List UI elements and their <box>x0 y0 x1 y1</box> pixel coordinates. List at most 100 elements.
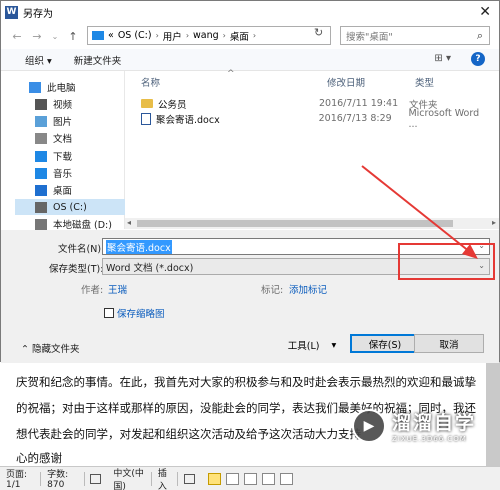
navigation-bar: ← → ⌄ ↑ « OS (C:) › 用户 › wang › 桌面 › ↻ 搜… <box>1 25 499 47</box>
video-icon <box>35 98 47 110</box>
search-icon[interactable]: ⌕ <box>477 29 483 43</box>
status-language[interactable]: 中文(中国) <box>107 467 151 490</box>
tags-field[interactable]: 添加标记 <box>289 282 327 296</box>
draft-button[interactable] <box>280 472 293 485</box>
sidebar-item-videos[interactable]: 视频 <box>35 96 72 112</box>
address-bar[interactable]: « OS (C:) › 用户 › wang › 桌面 › <box>87 26 331 45</box>
address-segment-desktop[interactable]: 桌面 <box>230 29 249 43</box>
up-arrow-icon[interactable]: ↑ <box>65 30 81 43</box>
command-toolbar: 组织 ▾ 新建文件夹 ⊞ ▾ ? <box>1 49 499 71</box>
column-header-type[interactable]: 类型 <box>415 75 434 89</box>
sidebar-item-label: 文档 <box>53 134 73 145</box>
file-name: 公务员 <box>158 99 187 111</box>
file-name: 聚会寄语.docx <box>156 114 220 126</box>
pictures-icon <box>35 115 47 127</box>
watermark-logo-icon: ▶ <box>352 408 386 443</box>
back-arrow-icon[interactable]: ← <box>9 30 25 43</box>
document-line: 心的感谢 <box>16 451 62 465</box>
sidebar-item-this-pc[interactable]: 此电脑 <box>29 79 76 95</box>
search-placeholder: 搜索"桌面" <box>346 31 393 43</box>
address-segment-os[interactable]: OS (C:) <box>118 30 152 41</box>
chevron-up-icon: ⌃ <box>21 344 32 355</box>
outline-button[interactable] <box>262 472 275 485</box>
music-icon <box>35 167 47 179</box>
file-date: 2016/7/11 19:41 <box>319 98 399 109</box>
sidebar-item-desktop[interactable]: 桌面 <box>35 182 72 198</box>
desktop-icon <box>35 184 47 196</box>
full-screen-reading-button[interactable] <box>226 472 239 485</box>
print-layout-button[interactable] <box>208 472 221 485</box>
document-line: 想代表赴会的同学，对发起和组织这次活动及给予这次活动大力支持 <box>16 427 361 441</box>
status-words[interactable]: 字数: 870 <box>41 467 83 490</box>
sidebar-item-music[interactable]: 音乐 <box>35 165 72 181</box>
column-header-name[interactable]: 名称 <box>141 75 160 89</box>
chevron-right-icon[interactable]: › <box>223 31 226 40</box>
address-overflow[interactable]: « <box>108 30 114 41</box>
annotation-box <box>398 243 495 280</box>
address-segment-wang[interactable]: wang <box>193 30 219 41</box>
sidebar-item-label: OS (C:) <box>53 201 87 213</box>
drive-icon <box>35 201 47 213</box>
file-row-document[interactable]: 聚会寄语.docx 2016/7/13 8:29 Microsoft Word … <box>141 108 491 130</box>
address-segment-users[interactable]: 用户 <box>163 29 182 43</box>
dialog-title: 另存为 <box>23 8 53 20</box>
scroll-right-icon[interactable]: ▸ <box>492 218 496 227</box>
chevron-right-icon[interactable]: › <box>253 31 256 40</box>
save-thumbnail-label[interactable]: 保存缩略图 <box>117 306 165 320</box>
search-input[interactable]: 搜索"桌面" ⌕ <box>340 26 490 45</box>
forward-arrow-icon[interactable]: → <box>29 30 45 43</box>
dialog-titlebar[interactable]: W 另存为 <box>1 1 499 23</box>
recent-locations-icon[interactable]: ⌄ <box>47 32 63 41</box>
sidebar-item-label: 图片 <box>53 117 73 128</box>
sidebar-item-documents[interactable]: 文档 <box>35 130 72 146</box>
hide-folders-toggle[interactable]: ⌃ 隐藏文件夹 <box>21 341 80 355</box>
web-layout-button[interactable] <box>244 472 257 485</box>
save-thumbnail-checkbox[interactable] <box>104 308 114 318</box>
chevron-right-icon[interactable]: › <box>186 31 189 40</box>
word-app-icon: W <box>5 5 18 19</box>
close-icon[interactable]: ✕ <box>479 4 491 20</box>
scroll-left-icon[interactable]: ◂ <box>127 218 131 227</box>
status-page[interactable]: 页面: 1/1 <box>0 467 40 490</box>
file-list: 名称 ^ 修改日期 类型 公务员 2016/7/11 19:41 文件夹 聚会寄… <box>131 69 499 229</box>
proofing-icon[interactable] <box>84 467 107 490</box>
sort-ascending-icon: ^ <box>227 69 235 79</box>
help-icon[interactable]: ? <box>471 52 485 66</box>
sidebar-item-downloads[interactable]: 下载 <box>35 148 72 164</box>
refresh-icon[interactable]: ↻ <box>314 26 323 39</box>
document-line: 庆贺和纪念的事情。在此，我首先对大家的积极参与和及时赴会表示最热烈的欢迎和最诚挚 <box>16 375 476 389</box>
sidebar-item-label: 本地磁盘 (D:) <box>53 220 112 231</box>
macro-icon[interactable] <box>178 467 201 490</box>
view-options-icon[interactable]: ⊞ ▾ <box>434 53 451 64</box>
organize-button[interactable]: 组织 ▾ <box>25 53 52 67</box>
document-scrollbar[interactable] <box>486 362 500 466</box>
new-folder-button[interactable]: 新建文件夹 <box>74 53 122 67</box>
filetype-label: 保存类型(T): <box>49 264 104 275</box>
folder-icon <box>141 99 153 108</box>
horizontal-scrollbar[interactable]: ◂ ▸ <box>125 218 499 229</box>
status-mode[interactable]: 插入 <box>152 467 177 490</box>
watermark-subtitle: ZIXUE.3D66.COM <box>392 435 467 443</box>
chevron-right-icon[interactable]: › <box>156 31 159 40</box>
cancel-button[interactable]: 取消 <box>414 334 484 353</box>
sidebar-item-os-c[interactable]: OS (C:) <box>15 199 125 215</box>
scrollbar-thumb[interactable] <box>137 220 453 227</box>
file-date: 2016/7/13 8:29 <box>318 113 392 124</box>
watermark-title: 溜溜自学 <box>392 412 477 434</box>
sidebar-item-label: 下载 <box>53 152 73 163</box>
sidebar-item-pictures[interactable]: 图片 <box>35 113 72 129</box>
status-bar: 页面: 1/1 字数: 870 中文(中国) 插入 <box>0 466 500 490</box>
sidebar-item-label: 此电脑 <box>47 83 76 94</box>
column-header-date[interactable]: 修改日期 <box>327 75 365 89</box>
sidebar-item-label: 桌面 <box>53 186 73 197</box>
tools-button[interactable]: 工具(L) ▾ <box>281 336 343 354</box>
author-field[interactable]: 王瑞 <box>108 282 127 296</box>
filename-label: 文件名(N): <box>58 244 105 255</box>
save-button[interactable]: 保存(S) <box>350 334 420 353</box>
sidebar-item-label: 视频 <box>53 100 73 111</box>
author-label: 作者: <box>81 285 104 296</box>
tools-label: 工具(L) <box>287 341 320 352</box>
tools-dropdown-icon: ▾ <box>331 339 337 351</box>
hide-folders-label: 隐藏文件夹 <box>31 344 80 355</box>
watermark: ▶ 溜溜自学 ZIXUE.3D66.COM <box>352 408 476 443</box>
